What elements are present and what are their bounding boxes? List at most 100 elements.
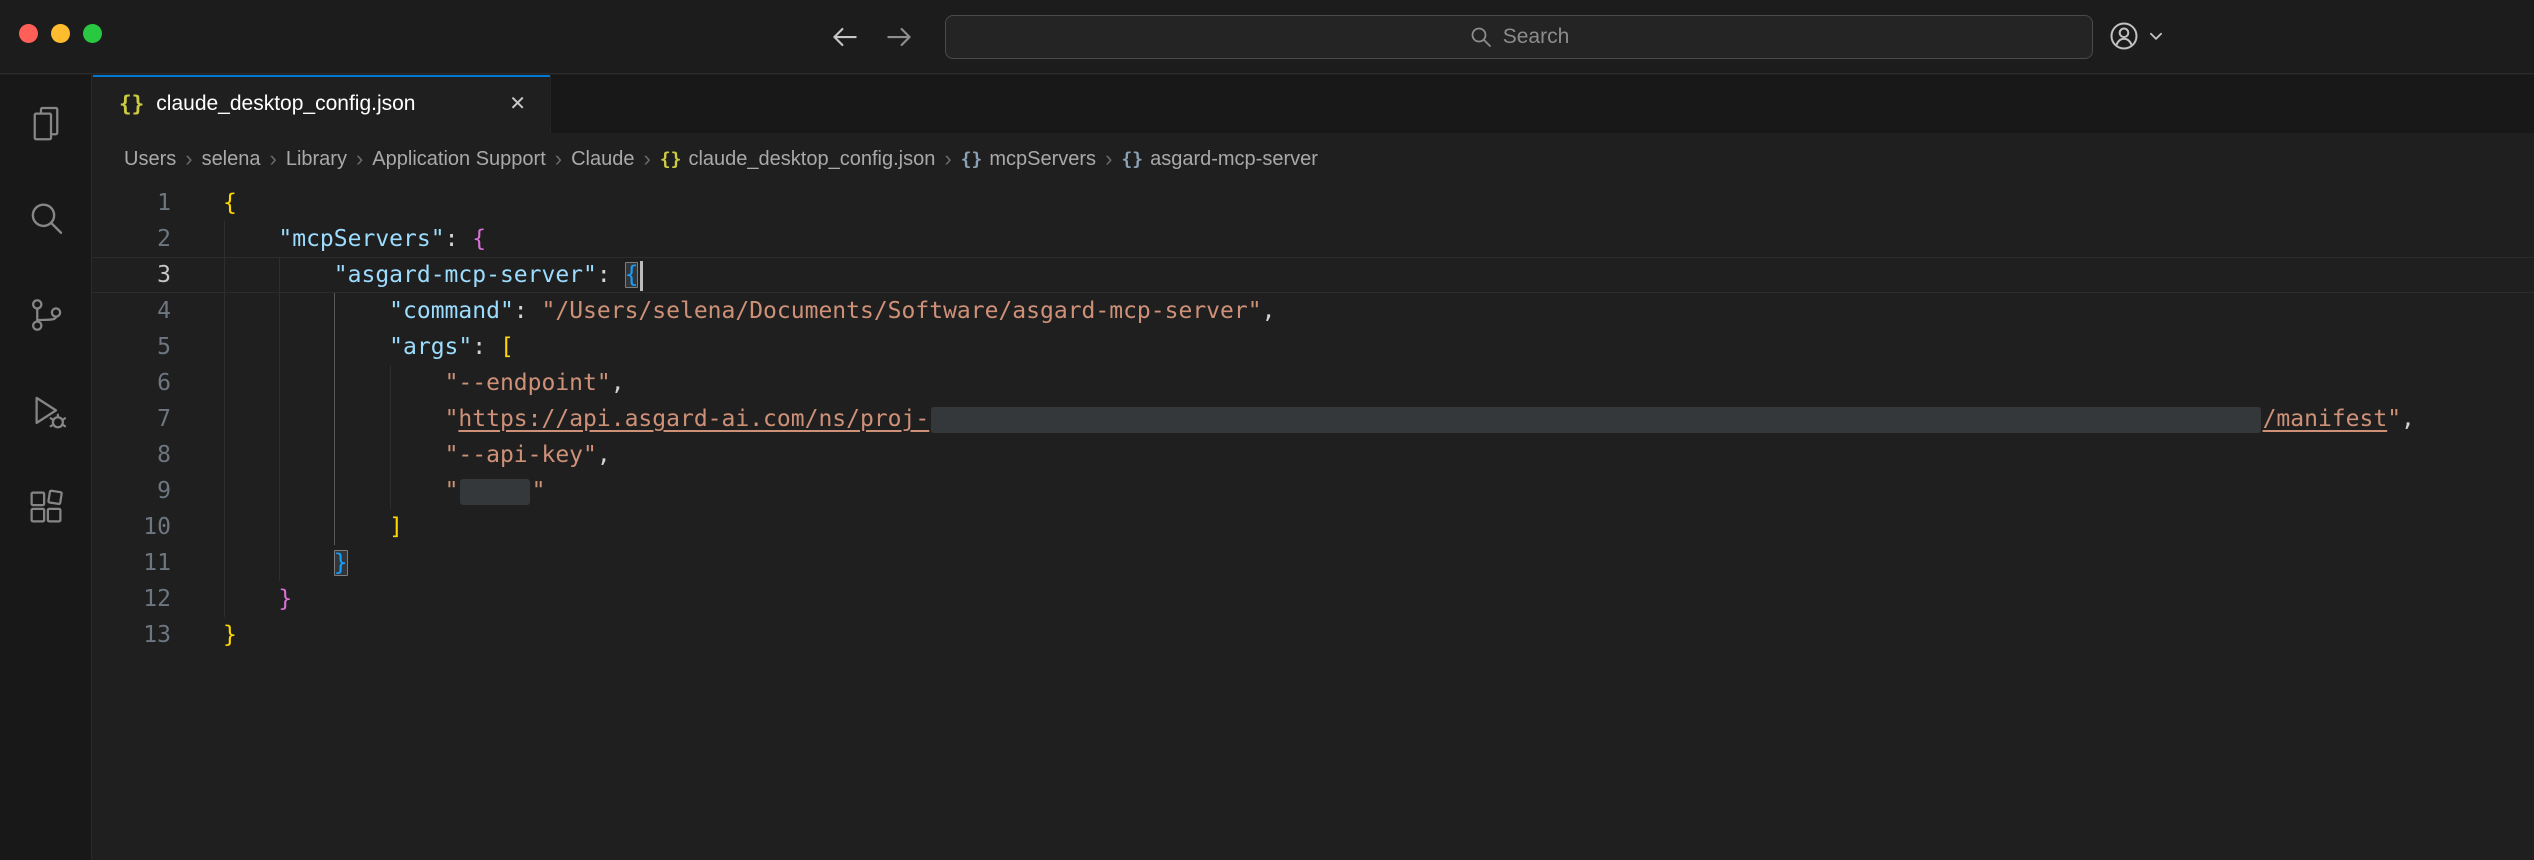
forward-button[interactable] bbox=[882, 19, 918, 55]
source-control-icon bbox=[26, 295, 66, 335]
line-number: 11 bbox=[93, 545, 223, 581]
line-number: 7 bbox=[93, 401, 223, 437]
breadcrumb-label: mcpServers bbox=[989, 148, 1096, 171]
json-file-icon: {} bbox=[660, 149, 682, 170]
code-line[interactable]: 10 ] bbox=[93, 509, 2534, 545]
search-sidebar-icon bbox=[26, 199, 66, 239]
breadcrumb-item[interactable]: selena bbox=[202, 148, 261, 171]
sidebar-item-extensions[interactable] bbox=[0, 459, 91, 555]
breadcrumb-item[interactable]: Library bbox=[286, 148, 347, 171]
account-icon bbox=[2108, 20, 2140, 52]
line-number: 6 bbox=[93, 365, 223, 401]
files-icon bbox=[26, 103, 66, 143]
breadcrumb-separator-icon: › bbox=[356, 149, 363, 169]
line-number: 3 bbox=[93, 257, 223, 293]
sidebar-item-search[interactable] bbox=[0, 171, 91, 267]
code-line[interactable]: 7 "https://api.asgard-ai.com/ns/proj-/ma… bbox=[93, 401, 2534, 437]
code-line[interactable]: 9 "" bbox=[93, 473, 2534, 509]
line-number: 8 bbox=[93, 437, 223, 473]
code-line[interactable]: 8 "--api-key", bbox=[93, 437, 2534, 473]
back-arrow-icon bbox=[827, 20, 861, 54]
code-text: ] bbox=[223, 509, 2534, 545]
code-text: } bbox=[223, 581, 2534, 617]
code-text: "https://api.asgard-ai.com/ns/proj-/mani… bbox=[223, 401, 2534, 437]
breadcrumb-item[interactable]: Application Support bbox=[372, 148, 545, 171]
breadcrumb-item[interactable]: Claude bbox=[571, 148, 634, 171]
breadcrumb-item[interactable]: Users bbox=[124, 148, 176, 171]
breadcrumb-separator-icon: › bbox=[944, 149, 951, 169]
breadcrumb-label: Claude bbox=[571, 148, 634, 171]
minimize-window-button[interactable] bbox=[51, 24, 70, 43]
chevron-down-icon bbox=[2147, 27, 2165, 45]
sidebar-item-run-debug[interactable] bbox=[0, 363, 91, 459]
code-text: "--endpoint", bbox=[223, 365, 2534, 401]
breadcrumb-item[interactable]: {}asgard-mcp-server bbox=[1121, 148, 1318, 171]
breadcrumb-separator-icon: › bbox=[643, 149, 650, 169]
code-text: } bbox=[223, 545, 2534, 581]
breadcrumb-label: Application Support bbox=[372, 148, 545, 171]
breadcrumb-separator-icon: › bbox=[555, 149, 562, 169]
code-text: "mcpServers": { bbox=[223, 221, 2534, 257]
breadcrumb-label: selena bbox=[202, 148, 261, 171]
tab-claude-desktop-config[interactable]: {} claude_desktop_config.json ✕ bbox=[93, 75, 551, 133]
run-debug-icon bbox=[26, 391, 66, 431]
account-menu[interactable] bbox=[2108, 20, 2165, 52]
tab-bar: {} claude_desktop_config.json ✕ bbox=[93, 75, 2534, 133]
object-symbol-icon: {} bbox=[1121, 149, 1143, 170]
window-controls bbox=[19, 24, 102, 43]
sidebar-item-explorer[interactable] bbox=[0, 75, 91, 171]
close-tab-icon[interactable]: ✕ bbox=[505, 90, 530, 118]
object-symbol-icon: {} bbox=[961, 149, 983, 170]
breadcrumb-separator-icon: › bbox=[270, 149, 277, 169]
code-line[interactable]: 11 } bbox=[93, 545, 2534, 581]
back-button[interactable] bbox=[826, 19, 862, 55]
code-line[interactable]: 6 "--endpoint", bbox=[93, 365, 2534, 401]
sidebar-item-source-control[interactable] bbox=[0, 267, 91, 363]
line-number: 5 bbox=[93, 329, 223, 365]
code-line[interactable]: 13} bbox=[93, 617, 2534, 653]
code-line[interactable]: 4 "command": "/Users/selena/Documents/So… bbox=[93, 293, 2534, 329]
code-text: "--api-key", bbox=[223, 437, 2534, 473]
line-number: 13 bbox=[93, 617, 223, 653]
code-text: "args": [ bbox=[223, 329, 2534, 365]
breadcrumb-label: Users bbox=[124, 148, 176, 171]
search-placeholder: Search bbox=[1503, 25, 1570, 49]
line-number: 9 bbox=[93, 473, 223, 509]
forward-arrow-icon bbox=[883, 20, 917, 54]
code-line[interactable]: 1{ bbox=[93, 185, 2534, 221]
breadcrumb-label: claude_desktop_config.json bbox=[688, 148, 935, 171]
search-command-center[interactable]: Search bbox=[945, 15, 2093, 59]
extensions-icon bbox=[26, 487, 66, 527]
editor-group: {} claude_desktop_config.json ✕ Users › se… bbox=[93, 75, 2534, 860]
code-area[interactable]: 1{2 "mcpServers": {3 "asgard-mcp-server"… bbox=[93, 185, 2534, 860]
code-line[interactable]: 5 "args": [ bbox=[93, 329, 2534, 365]
line-number: 4 bbox=[93, 293, 223, 329]
line-number: 10 bbox=[93, 509, 223, 545]
zoom-window-button[interactable] bbox=[83, 24, 102, 43]
search-icon bbox=[1469, 25, 1493, 49]
json-file-icon: {} bbox=[119, 92, 144, 116]
breadcrumb-item[interactable]: {} mcpServers bbox=[961, 148, 1096, 171]
vscode-window: Search {} claude_desktop_config.json bbox=[0, 0, 2534, 860]
breadcrumb-item[interactable]: {} claude_desktop_config.json bbox=[660, 148, 936, 171]
code-line[interactable]: 2 "mcpServers": { bbox=[93, 221, 2534, 257]
code-line[interactable]: 12 } bbox=[93, 581, 2534, 617]
breadcrumb-separator-icon: › bbox=[185, 149, 192, 169]
title-bar: Search bbox=[0, 0, 2534, 74]
activity-bar bbox=[0, 75, 92, 860]
line-number: 2 bbox=[93, 221, 223, 257]
redaction-box bbox=[931, 407, 2260, 433]
breadcrumb: Users › selena › Library › Application Support… bbox=[93, 133, 2534, 185]
close-window-button[interactable] bbox=[19, 24, 38, 43]
text-cursor bbox=[640, 261, 643, 291]
breadcrumb-label: Library bbox=[286, 148, 347, 171]
code-text: "command": "/Users/selena/Documents/Soft… bbox=[223, 293, 2534, 329]
code-text: "" bbox=[223, 473, 2534, 509]
line-number: 1 bbox=[93, 185, 223, 221]
redaction-box bbox=[460, 479, 529, 505]
history-nav bbox=[826, 19, 918, 55]
code-text: { bbox=[223, 185, 2534, 221]
tab-label: claude_desktop_config.json bbox=[156, 92, 415, 116]
line-number: 12 bbox=[93, 581, 223, 617]
code-line[interactable]: 3 "asgard-mcp-server": { bbox=[93, 257, 2534, 293]
